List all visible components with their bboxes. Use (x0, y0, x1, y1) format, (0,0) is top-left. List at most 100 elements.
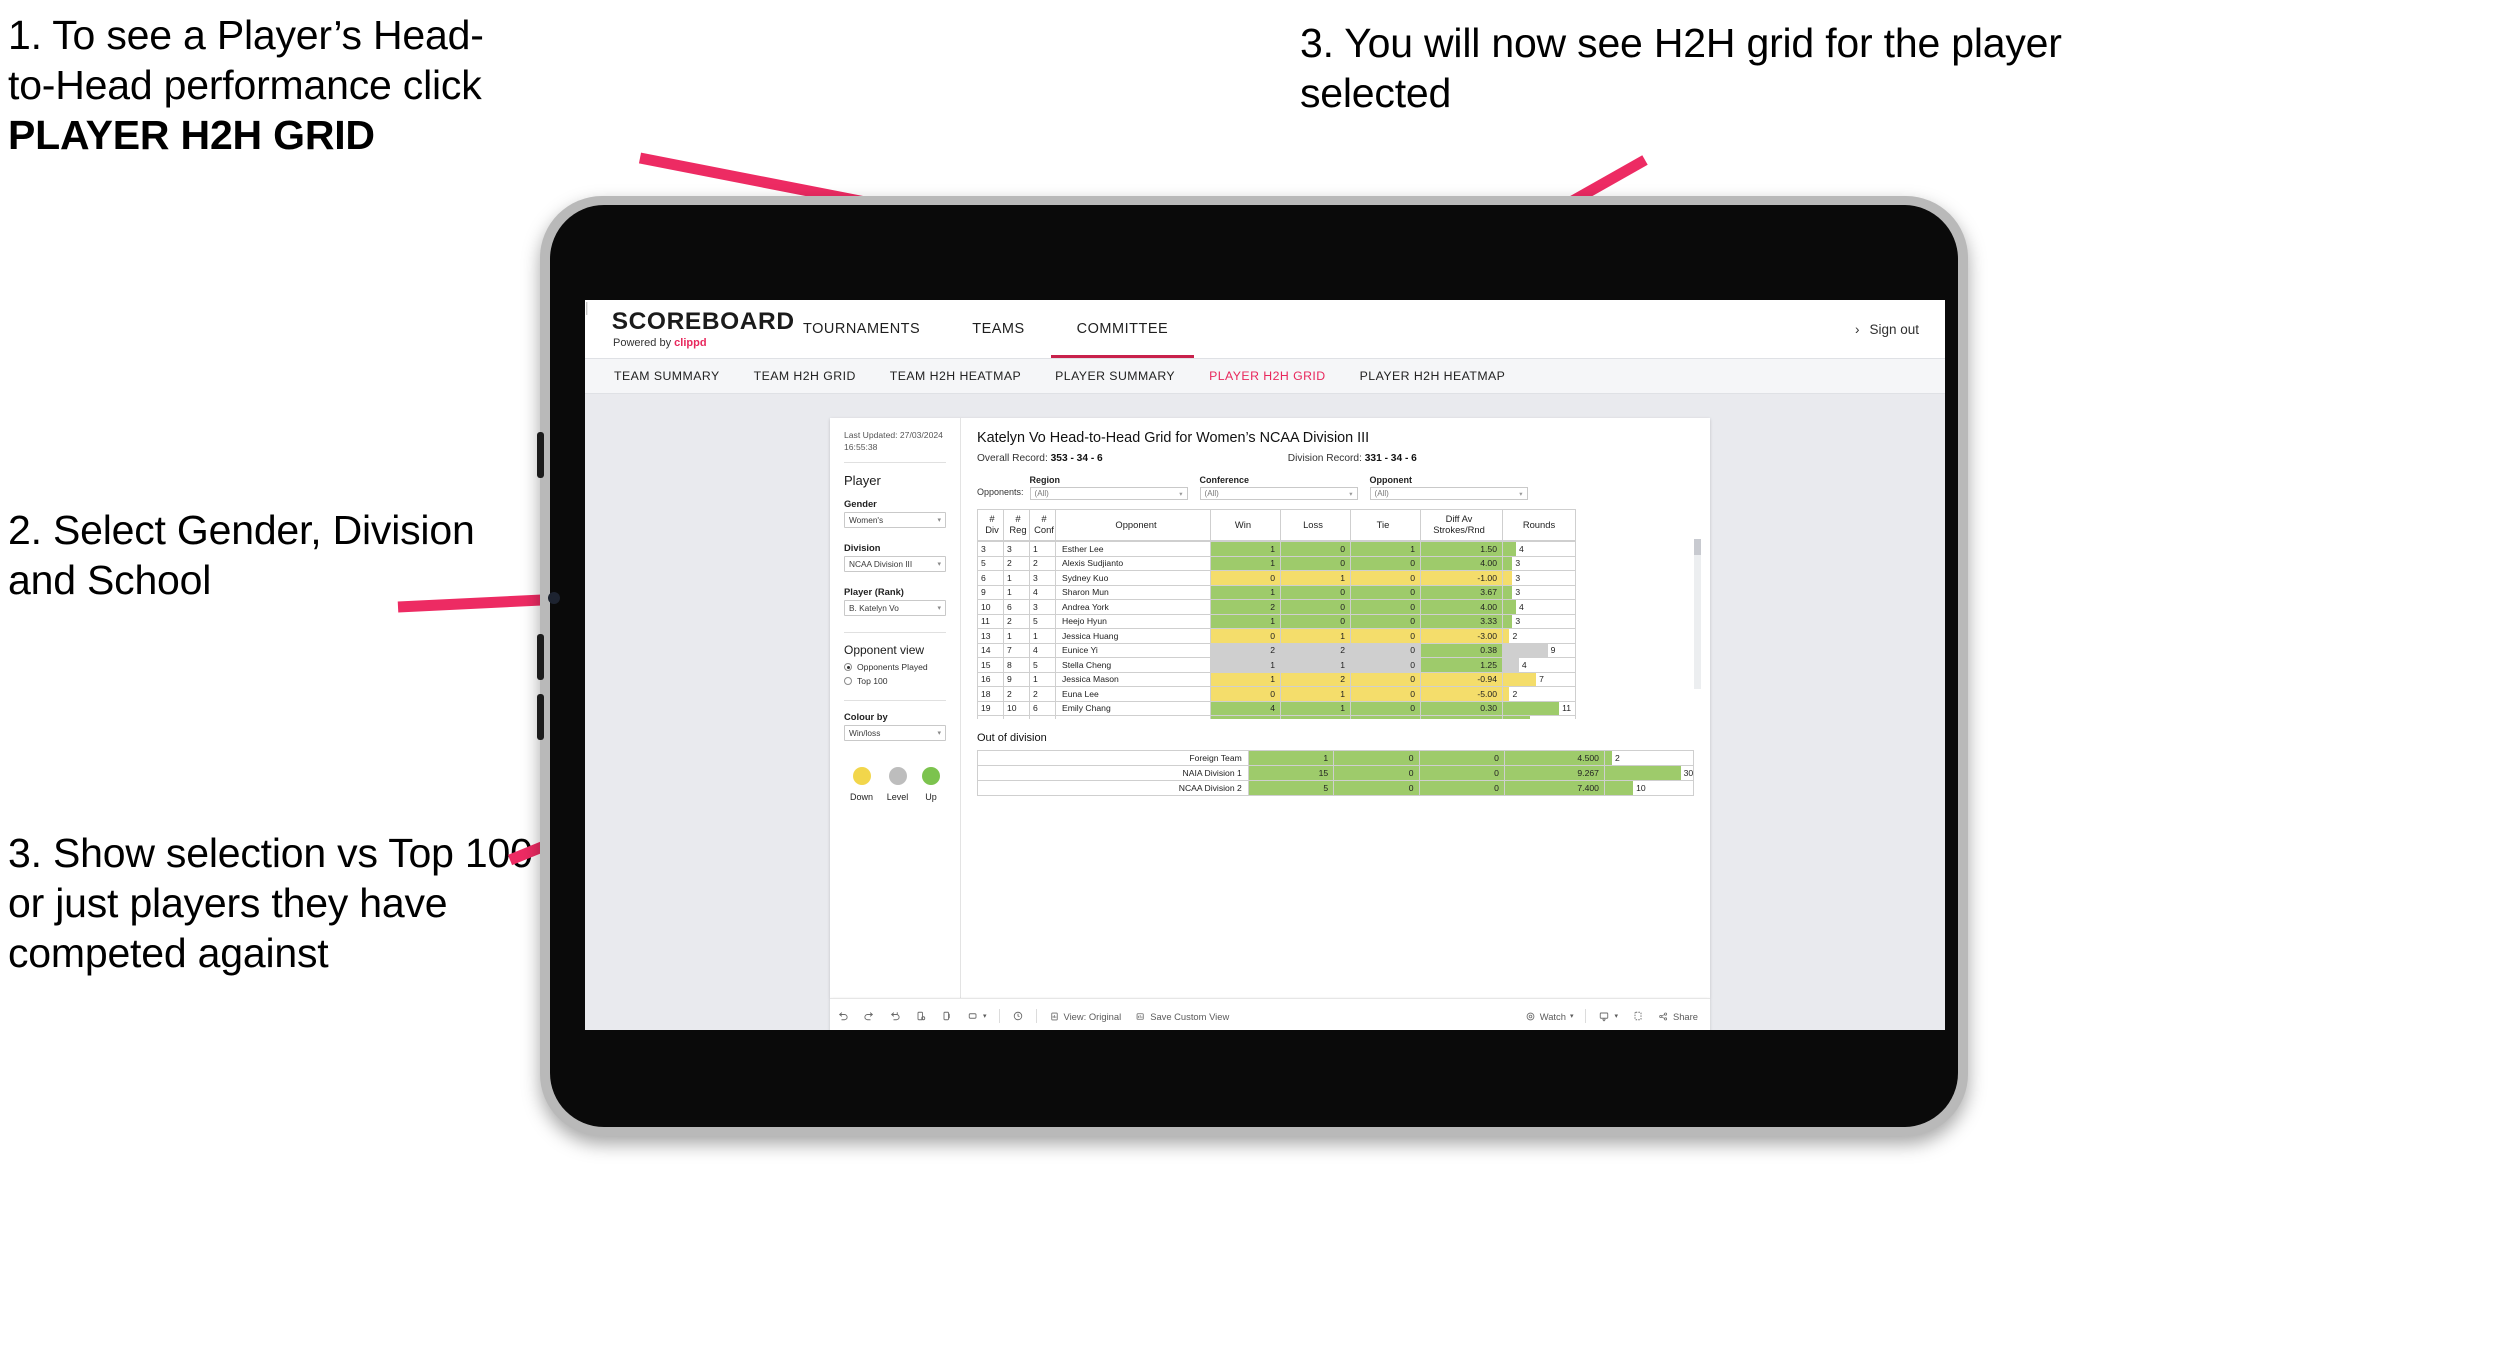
cell-diff: 3.33 (1420, 613, 1503, 629)
device-layout-icon[interactable]: ▾ (960, 1010, 994, 1022)
cell-reg: 1 (1003, 570, 1030, 586)
cell-rounds: 6 (1502, 715, 1576, 719)
cell-reg: 11 (1003, 715, 1030, 719)
annotation-1-line1: 1. To see a Player’s Head- (8, 12, 484, 58)
cell-reg: 2 (1003, 555, 1030, 571)
cell-tie: 1 (1350, 541, 1421, 557)
table-row[interactable]: 16 9 1 Jessica Mason 1 2 0 -0.94 7 (977, 671, 1576, 687)
grid-scrollbar-track[interactable] (1694, 539, 1701, 689)
filter-conference-select[interactable]: (All) ▾ (1199, 487, 1358, 500)
table-row[interactable]: 19 10 6 Emily Chang 4 1 0 0.30 11 (977, 700, 1576, 716)
cell-tie: 0 (1350, 628, 1421, 644)
division-select[interactable]: NCAA Division III ▾ (844, 556, 946, 573)
legend-item-down: Down (850, 767, 873, 802)
colour-by-select[interactable]: Win/loss ▾ (844, 725, 946, 742)
legend-dot-down (852, 767, 871, 786)
table-row[interactable]: 6 1 3 Sydney Kuo 0 1 0 -1.00 3 (977, 570, 1576, 586)
tablet-button-volume-up (537, 634, 544, 680)
undo-icon[interactable] (830, 1010, 856, 1022)
cell-conf: 1 (1029, 541, 1056, 557)
rounds-bar (1503, 571, 1513, 585)
out-of-division-row[interactable]: Foreign Team 1 0 0 4.500 2 (977, 750, 1695, 766)
tab-player-h2h-grid[interactable]: PLAYER H2H GRID (1192, 369, 1343, 383)
rounds-bar (1503, 614, 1513, 628)
opponent-filters: Opponents: Region (All) ▾ Conference (Al (977, 475, 1694, 500)
rounds-value: 3 (1515, 587, 1521, 598)
fullscreen-icon[interactable] (1625, 1010, 1651, 1022)
cell-reg: 2 (1003, 686, 1030, 702)
rounds-bar (1503, 643, 1548, 657)
brand-powered-label: Powered by (613, 336, 672, 349)
download-icon[interactable]: ▾ (1591, 1010, 1625, 1022)
table-row[interactable]: 13 1 1 Jessica Huang 0 1 0 -3.00 2 (977, 628, 1576, 644)
sign-out-link[interactable]: Sign out (1869, 322, 1919, 337)
gender-value: Women's (849, 515, 884, 526)
table-row[interactable]: 9 1 4 Sharon Mun 1 0 0 3.67 3 (977, 584, 1576, 600)
col-div: # Div (977, 509, 1004, 541)
cell-reg: 1 (1003, 628, 1030, 644)
gender-select[interactable]: Women's ▾ (844, 512, 946, 529)
refresh-data-icon[interactable] (908, 1010, 934, 1022)
col-opponent: Opponent (1055, 509, 1211, 541)
app-header: SCOREBOARD Powered by clippd TOURNAMENTS… (585, 300, 1945, 358)
h2h-grid-body-scroll[interactable]: 3 3 1 Esther Lee 1 0 1 1.50 4 5 2 2 Alexis Sudjianto… (977, 541, 1692, 719)
revert-icon[interactable] (882, 1010, 908, 1022)
ood-loss: 0 (1333, 750, 1420, 766)
cell-tie: 0 (1350, 613, 1421, 629)
h2h-grid-header: # Div # Reg # Conf Opponent Win Loss Tie Di… (977, 509, 1576, 541)
h2h-grid-wrapper: # Div # Reg # Conf Opponent Win Loss Tie Di… (977, 509, 1701, 719)
tab-player-h2h-heatmap[interactable]: PLAYER H2H HEATMAP (1343, 369, 1523, 383)
table-row[interactable]: 14 7 4 Eunice Yi 2 2 0 0.38 9 (977, 642, 1576, 658)
out-of-division-row[interactable]: NAIA Division 1 15 0 0 9.267 30 (977, 765, 1695, 781)
save-custom-view-button[interactable]: Save Custom View (1128, 1011, 1236, 1022)
radio-top-100[interactable]: Top 100 (844, 676, 946, 686)
watch-button[interactable]: Watch ▾ (1518, 1011, 1581, 1022)
cell-diff: -1.00 (1420, 570, 1503, 586)
colour-legend: Down Level Up (844, 767, 946, 802)
chevron-down-icon: ▾ (1614, 1013, 1618, 1020)
table-row[interactable]: 3 3 1 Esther Lee 1 0 1 1.50 4 (977, 541, 1576, 557)
cell-rounds: 4 (1502, 657, 1576, 673)
tab-team-h2h-heatmap[interactable]: TEAM H2H HEATMAP (873, 369, 1038, 383)
redo-icon[interactable] (856, 1010, 882, 1022)
table-row[interactable]: 15 8 5 Stella Cheng 1 1 0 1.25 4 (977, 657, 1576, 673)
nav-item-committee[interactable]: COMMITTEE (1051, 300, 1195, 358)
table-row[interactable]: 11 2 5 Heejo Hyun 1 0 0 3.33 3 (977, 613, 1576, 629)
grid-scrollbar-thumb[interactable] (1694, 539, 1701, 555)
tab-player-summary[interactable]: PLAYER SUMMARY (1038, 369, 1192, 383)
rounds-value: 3 (1515, 558, 1521, 569)
nav-item-tournaments[interactable]: TOURNAMENTS (777, 300, 946, 358)
radio-opponents-played[interactable]: Opponents Played (844, 662, 946, 672)
filter-opponent-select[interactable]: (All) ▾ (1369, 487, 1528, 500)
filter-opponent-value: (All) (1374, 489, 1389, 498)
ood-diff: 9.267 (1503, 765, 1605, 781)
player-select[interactable]: B. Katelyn Vo ▾ (844, 600, 946, 617)
table-row[interactable]: 10 6 3 Andrea York 2 0 0 4.00 4 (977, 599, 1576, 615)
filter-region-caption: Region (1029, 475, 1061, 485)
cell-div: 20 (977, 715, 1004, 719)
share-button[interactable]: Share (1651, 1011, 1710, 1022)
nav-item-teams[interactable]: TEAMS (946, 300, 1050, 358)
history-icon[interactable] (1005, 1010, 1031, 1022)
filter-region-select[interactable]: (All) ▾ (1029, 487, 1188, 500)
table-row[interactable]: 20117Federica Domecq Lacroze2101.33 6 (977, 715, 1576, 719)
account-chevron-icon[interactable]: › (1855, 322, 1860, 337)
view-original-button[interactable]: View: Original (1042, 1011, 1129, 1022)
gender-label: Gender (844, 498, 877, 510)
brand-vendor: clippd (674, 336, 707, 349)
cell-opponent: Alexis Sudjianto (1055, 555, 1211, 571)
cell-diff: -0.94 (1420, 671, 1503, 687)
pause-updates-icon[interactable] (934, 1010, 960, 1022)
table-row[interactable]: 18 2 2 Euna Lee 0 1 0 -5.00 2 (977, 686, 1576, 702)
table-row[interactable]: 5 2 2 Alexis Sudjianto 1 0 0 4.00 3 (977, 555, 1576, 571)
cell-rounds: 3 (1502, 570, 1576, 586)
last-updated: Last Updated: 27/03/2024 16:55:38 (844, 430, 946, 453)
out-of-division-row[interactable]: NCAA Division 2 5 0 0 7.400 10 (977, 780, 1695, 796)
tablet-button-power (537, 432, 544, 478)
cell-conf: 3 (1029, 570, 1056, 586)
rounds-bar (1604, 766, 1681, 780)
rounds-bar (1503, 658, 1519, 672)
tab-team-h2h-grid[interactable]: TEAM H2H GRID (737, 369, 873, 383)
toolbar-divider-2 (1035, 1009, 1037, 1023)
tab-team-summary[interactable]: TEAM SUMMARY (597, 369, 737, 383)
